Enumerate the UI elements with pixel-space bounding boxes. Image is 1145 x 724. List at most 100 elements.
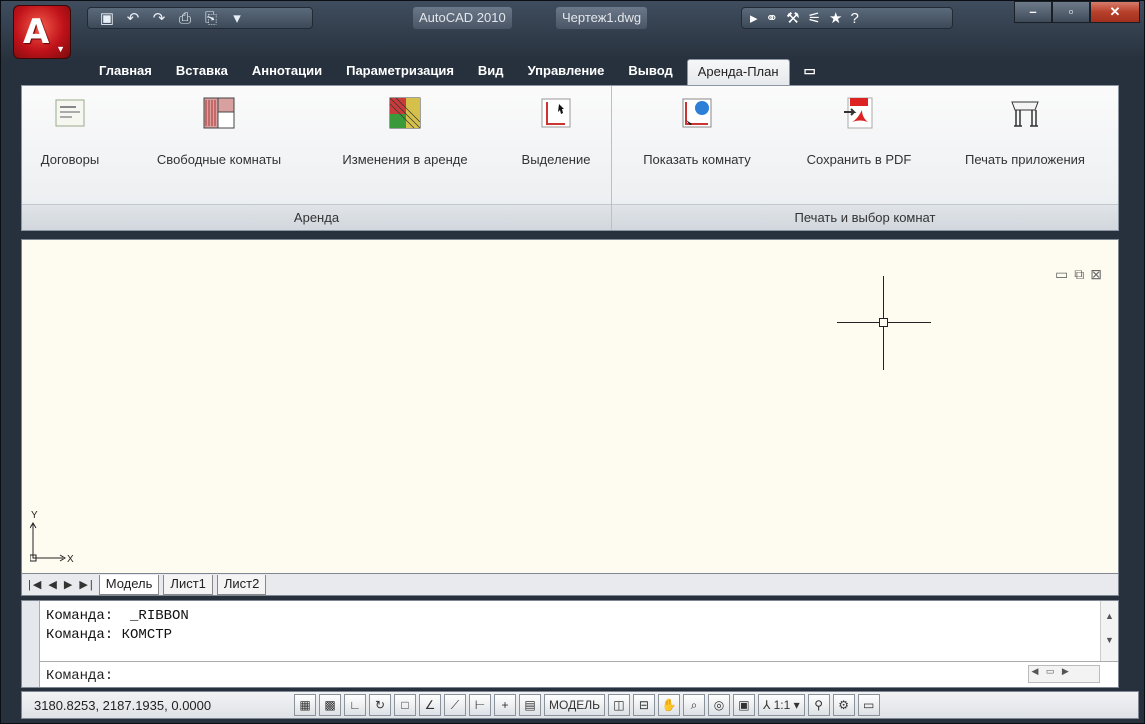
history-line: Команда: КОМСТР xyxy=(46,627,173,643)
quick-view-drawings-icon[interactable]: ⊟ xyxy=(632,694,655,716)
tab-sheet2[interactable]: Лист2 xyxy=(216,574,267,595)
autocad-window: A ▼ ▣ ↶ ↷ ⎙ ⎘ ▾ AutoCAD 2010 Чертеж1.dwg… xyxy=(0,0,1145,724)
model-space-button[interactable]: МОДЕЛЬ xyxy=(544,694,605,716)
minimize-button[interactable]: – xyxy=(1014,1,1052,23)
quick-access-toolbar: ▣ ↶ ↷ ⎙ ⎘ ▾ xyxy=(87,7,313,29)
command-prompt-input[interactable]: Команда: xyxy=(46,668,113,684)
customize-toolbar-icon[interactable]: ▾ xyxy=(226,9,248,27)
annotation-scale-dropdown[interactable]: ⅄ 1:1 ▾ xyxy=(757,694,805,716)
panel-print-rooms: Показать комнату Сохранить в PDF Печать … xyxy=(612,86,1118,230)
binoculars-icon[interactable]: ⚭ xyxy=(766,9,779,27)
contracts-button[interactable]: Договоры xyxy=(30,96,110,167)
undo-icon[interactable]: ↶ xyxy=(122,9,144,27)
osnap-toggle-icon[interactable]: □ xyxy=(394,694,416,716)
lineweight-toggle-icon[interactable]: + xyxy=(494,694,516,716)
annotation-scale-icon: ⅄ xyxy=(762,698,774,712)
tab-arenda-plan[interactable]: Аренда-План xyxy=(686,59,790,85)
viewport-controls: ▭⧉⊠ xyxy=(1055,266,1108,283)
document-title: Чертеж1.dwg xyxy=(556,7,648,29)
app-title: AutoCAD 2010 xyxy=(413,7,512,29)
selection-button[interactable]: Выделение xyxy=(506,96,606,167)
print-icon[interactable]: ⎘ xyxy=(200,10,222,27)
command-history: Команда: _RIBBON Команда: КОМСТР xyxy=(46,607,189,645)
ribbon-panel-area: Договоры Свободные комнаты Изменения в а… xyxy=(21,85,1119,231)
command-window-grip[interactable] xyxy=(22,601,40,687)
command-vertical-scrollbar[interactable]: ▲ ▼ xyxy=(1100,601,1118,661)
close-button[interactable]: ✕ xyxy=(1090,1,1140,23)
help-icon[interactable]: ? xyxy=(850,10,858,27)
status-bar: 3180.8253, 2187.1935, 0.0000 ▦ ▩ ∟ ↻ □ ∠… xyxy=(21,691,1139,719)
tab-sheet1[interactable]: Лист1 xyxy=(163,574,213,595)
selection-icon xyxy=(541,98,571,128)
free-rooms-label: Свободные комнаты xyxy=(156,152,282,167)
history-line: Команда: _RIBBON xyxy=(46,608,189,624)
tab-home[interactable]: Главная xyxy=(89,59,162,85)
quick-view-layouts-icon[interactable]: ◫ xyxy=(607,694,630,716)
dyn-toggle-icon[interactable]: ⊢ xyxy=(469,694,491,716)
save-pdf-button[interactable]: Сохранить в PDF xyxy=(784,96,934,167)
search-icon[interactable]: ▸ xyxy=(750,9,758,27)
tab-insert[interactable]: Вставка xyxy=(166,59,238,85)
show-room-icon xyxy=(682,98,712,128)
rent-changes-button[interactable]: Изменения в аренде xyxy=(320,96,490,167)
print-appendix-button[interactable]: Печать приложения xyxy=(942,96,1108,167)
pan-icon[interactable]: ✋ xyxy=(657,694,680,716)
rent-changes-label: Изменения в аренде xyxy=(342,152,468,167)
show-room-button[interactable]: Показать комнату xyxy=(622,96,772,167)
annotation-scale-value: 1:1 xyxy=(773,698,791,712)
satellite-icon[interactable]: ⚟ xyxy=(808,9,821,27)
annotation-visibility-icon[interactable]: ⚲ xyxy=(807,694,830,716)
panel-print-title: Печать и выбор комнат xyxy=(612,204,1118,230)
clean-screen-icon[interactable]: ▭ xyxy=(857,694,880,716)
layout-tabs: |◀ ◀ ▶ ▶| Модель Лист1 Лист2 xyxy=(21,574,1119,596)
pdf-icon xyxy=(844,97,873,129)
panel-rent-title: Аренда xyxy=(22,204,611,230)
showmotion-icon[interactable]: ▣ xyxy=(732,694,755,716)
ribbon-minimize-icon[interactable]: ▭ xyxy=(794,59,826,85)
polar-toggle-icon[interactable]: ↻ xyxy=(369,694,391,716)
viewport-close-icon[interactable]: ⊠ xyxy=(1090,266,1108,282)
free-rooms-icon xyxy=(203,97,235,129)
tab-parametric[interactable]: Параметризация xyxy=(336,59,464,85)
chevron-down-icon: ▼ xyxy=(56,44,65,54)
zoom-icon[interactable]: ⌕ xyxy=(682,694,705,716)
drawing-area[interactable]: ▭⧉⊠ Y X xyxy=(21,239,1119,574)
tab-model[interactable]: Модель xyxy=(98,574,160,595)
maximize-button[interactable]: ▫ xyxy=(1052,1,1090,23)
steering-wheel-icon[interactable]: ◎ xyxy=(707,694,730,716)
selection-label: Выделение xyxy=(521,152,591,167)
coordinates-readout: 3180.8253, 2187.1935, 0.0000 xyxy=(34,697,212,713)
tab-view[interactable]: Вид xyxy=(468,59,514,85)
print-appendix-label: Печать приложения xyxy=(965,152,1085,167)
ducs-toggle-icon[interactable]: ⟋ xyxy=(444,694,466,716)
ucs-x-label: X xyxy=(67,554,74,565)
otrack-toggle-icon[interactable]: ∠ xyxy=(419,694,441,716)
grid-toggle-icon[interactable]: ▩ xyxy=(319,694,341,716)
tab-manage[interactable]: Управление xyxy=(518,59,615,85)
viewport-restore-icon[interactable]: ⧉ xyxy=(1074,266,1090,282)
tab-annotate[interactable]: Аннотации xyxy=(242,59,332,85)
rent-changes-icon xyxy=(389,97,421,129)
crosshair-pickbox xyxy=(879,318,888,327)
ortho-toggle-icon[interactable]: ∟ xyxy=(344,694,366,716)
star-icon[interactable]: ★ xyxy=(829,9,842,27)
workspace-switch-icon[interactable]: ⚙ xyxy=(832,694,855,716)
wrench-icon[interactable]: ⚒ xyxy=(786,9,799,27)
show-room-label: Показать комнату xyxy=(643,152,751,167)
plotter-icon xyxy=(1011,101,1039,127)
qp-toggle-icon[interactable]: ▤ xyxy=(519,694,541,716)
command-horizontal-scrollbar[interactable]: ◀ ▭ ▶ xyxy=(1028,665,1100,683)
infocenter-toolbar: ▸ ⚭ ⚒ ⚟ ★ ? xyxy=(741,7,953,29)
tab-output[interactable]: Вывод xyxy=(618,59,682,85)
application-menu-button[interactable]: A ▼ xyxy=(13,5,71,59)
command-separator xyxy=(40,661,1118,662)
free-rooms-button[interactable]: Свободные комнаты xyxy=(134,96,304,167)
layout-nav-arrows-icon[interactable]: |◀ ◀ ▶ ▶| xyxy=(28,578,95,591)
title-bar: A ▼ ▣ ↶ ↷ ⎙ ⎘ ▾ AutoCAD 2010 Чертеж1.dwg… xyxy=(1,1,1145,59)
save-icon[interactable]: ▣ xyxy=(96,9,118,27)
snap-toggle-icon[interactable]: ▦ xyxy=(294,694,316,716)
plot-preview-icon[interactable]: ⎙ xyxy=(174,10,196,27)
viewport-minimize-icon[interactable]: ▭ xyxy=(1055,266,1074,282)
panel-rent: Договоры Свободные комнаты Изменения в а… xyxy=(22,86,612,230)
redo-icon[interactable]: ↷ xyxy=(148,9,170,27)
